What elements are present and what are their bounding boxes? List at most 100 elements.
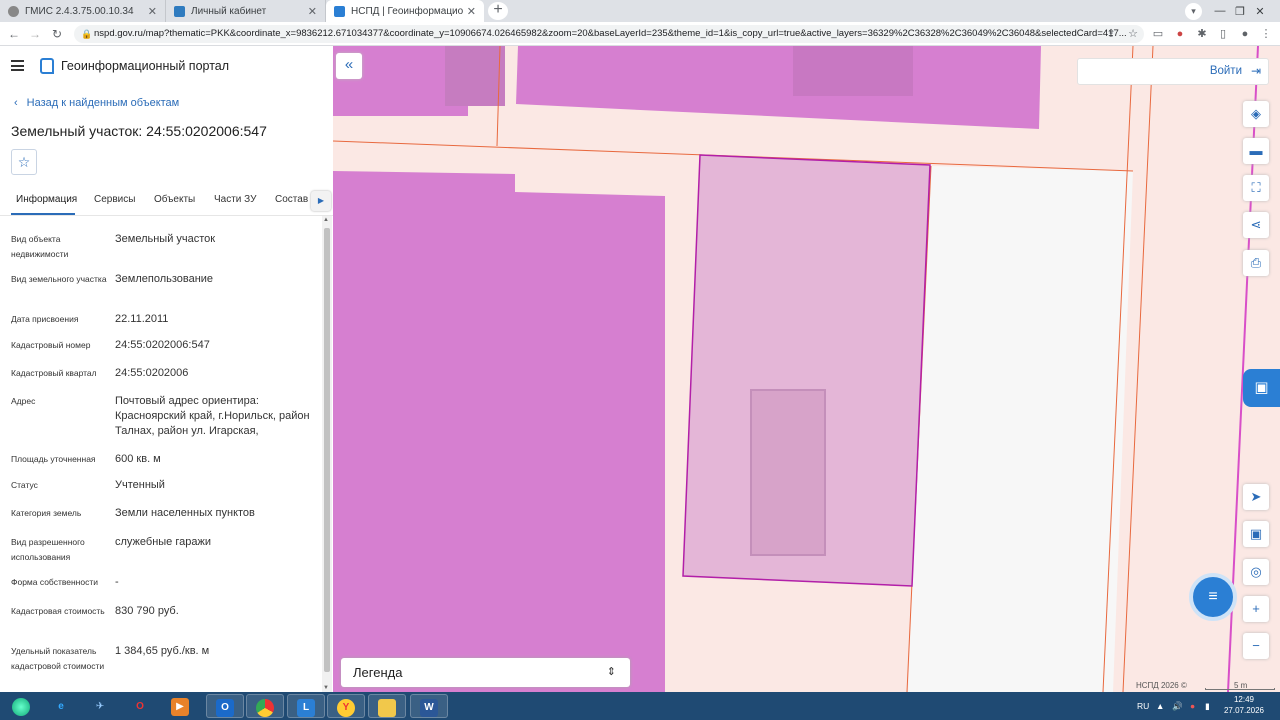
info-value: Земельный участок xyxy=(115,233,216,245)
area-select-icon[interactable]: ⛶ xyxy=(1243,175,1269,201)
share-icon[interactable]: ⇪ xyxy=(1103,26,1119,42)
media-player-icon[interactable]: ▶ xyxy=(161,694,199,718)
tray-arrow-icon[interactable]: ▲ xyxy=(1156,692,1164,720)
back-label: Назад к найденным объектам xyxy=(26,97,180,109)
close-icon[interactable]: ✕ xyxy=(148,5,157,18)
scrollbar-thumb[interactable] xyxy=(324,228,330,672)
boundary-line xyxy=(1122,46,1154,692)
info-value: - xyxy=(115,576,119,588)
locate-icon[interactable]: ◎ xyxy=(1243,559,1269,585)
parcel-polygon[interactable] xyxy=(445,46,505,106)
chat-button[interactable]: ≡ xyxy=(1189,573,1237,621)
close-icon[interactable]: ✕ xyxy=(467,5,476,18)
info-label: Площадь уточненная xyxy=(11,454,96,464)
ruler-icon[interactable]: ▬ xyxy=(1243,138,1269,164)
info-label: Кадастровая стоимость xyxy=(11,606,105,616)
info-value: Почтовый адрес ориентира: Красноярский к… xyxy=(115,395,310,437)
info-label: Удельный показатель кадастровой стоимост… xyxy=(11,646,105,671)
tab-services[interactable]: Сервисы xyxy=(94,194,135,205)
ie-icon[interactable]: e xyxy=(42,694,80,718)
browser-tab-cabinet[interactable]: Личный кабинет ✕ xyxy=(166,0,326,22)
print-icon[interactable]: ⎙ xyxy=(1243,250,1269,276)
forward-arrow-icon[interactable]: → xyxy=(27,26,43,42)
opera-icon[interactable]: O xyxy=(121,694,159,718)
close-icon[interactable]: ✕ xyxy=(308,5,317,18)
tab-parcel-parts[interactable]: Части ЗУ xyxy=(214,194,256,205)
extension-icon[interactable]: ▭ xyxy=(1150,26,1166,42)
info-label: Вид разрешенного использования xyxy=(11,537,85,562)
word-icon[interactable]: W xyxy=(410,694,448,718)
info-value: Учтенный xyxy=(115,479,165,491)
favorite-star-button[interactable]: ☆ xyxy=(11,149,37,175)
browser-tab-bar: ГМИС 2.4.3.75.00.10.34 ✕ Личный кабинет … xyxy=(0,0,1280,22)
extension-red-icon[interactable]: ● xyxy=(1172,26,1188,42)
app-icon[interactable]: ✈ xyxy=(81,694,119,718)
tab-composition[interactable]: Состав xyxy=(275,194,308,205)
clock[interactable]: 12:49 27.07.2026 xyxy=(1218,694,1270,716)
legend-dropdown[interactable]: Легенда ⇕ xyxy=(341,658,630,687)
maximize-icon[interactable]: ❐ xyxy=(1230,5,1250,18)
tab-search-icon[interactable]: ▾ xyxy=(1185,3,1202,20)
layers-icon[interactable]: ◈ xyxy=(1243,101,1269,127)
tab-information[interactable]: Информация xyxy=(16,194,77,205)
language-indicator[interactable]: RU xyxy=(1137,692,1149,720)
tray-app-icon[interactable]: ● xyxy=(1190,692,1195,720)
panel-scrollbar[interactable]: ▲ ▼ xyxy=(322,216,332,692)
scale-bar xyxy=(1205,688,1275,690)
login-label: Войти xyxy=(1209,65,1242,77)
map-canvas[interactable] xyxy=(333,46,1280,692)
login-button[interactable]: Войти ⇥ xyxy=(1077,58,1269,85)
outlook-icon[interactable]: O xyxy=(206,694,244,718)
tab-objects[interactable]: Объекты xyxy=(154,194,195,205)
scroll-up-icon[interactable]: ▲ xyxy=(323,217,329,223)
new-tab-button[interactable]: + xyxy=(488,2,508,20)
parcel-polygon[interactable] xyxy=(793,46,913,96)
profile-icon[interactable]: ● xyxy=(1237,26,1253,42)
volume-icon[interactable]: 🔊 xyxy=(1172,692,1183,720)
close-window-icon[interactable]: ✕ xyxy=(1250,5,1270,18)
tab-title: ГМИС 2.4.3.75.00.10.34 xyxy=(25,5,134,17)
start-button[interactable] xyxy=(2,694,40,718)
sidebar-icon[interactable]: ▯ xyxy=(1215,26,1231,42)
parcel-polygon[interactable] xyxy=(333,171,665,692)
share-map-icon[interactable]: ⋖ xyxy=(1243,212,1269,238)
back-arrow-icon[interactable]: ← xyxy=(6,26,22,42)
globe-icon xyxy=(8,5,19,17)
reload-icon[interactable]: ↻ xyxy=(49,26,65,42)
windows-taskbar: e ✈ O ▶ O L Y W RU ▲ 🔊 ● ▮ 12:49 27.07.2… xyxy=(0,692,1280,720)
browser-tab-nspd[interactable]: НСПД | Геоинформационный п ✕ xyxy=(326,0,484,22)
zoom-in-button[interactable]: + xyxy=(1243,596,1269,622)
back-link[interactable]: ‹ Назад к найденным объектам xyxy=(14,97,179,109)
menu-icon[interactable] xyxy=(11,60,24,71)
legend-label: Легенда xyxy=(353,665,403,680)
info-value: Земли населенных пунктов xyxy=(115,507,255,519)
collapse-panel-button[interactable]: « xyxy=(336,53,362,79)
minimize-icon[interactable]: — xyxy=(1210,5,1230,17)
yandex-browser-icon[interactable]: Y xyxy=(327,694,365,718)
scroll-down-icon[interactable]: ▼ xyxy=(323,685,329,691)
info-value: служебные гаражи xyxy=(115,536,211,548)
map-scale: НСПД 2026 © 5 m xyxy=(1130,680,1280,692)
tab-title: НСПД | Геоинформационный п xyxy=(351,5,463,17)
lync-icon[interactable]: L xyxy=(287,694,325,718)
explorer-icon[interactable] xyxy=(368,694,406,718)
side-panel-tab-icon[interactable]: ▣ xyxy=(1243,369,1280,407)
parcel-polygon[interactable] xyxy=(516,46,1041,129)
network-icon[interactable]: ▮ xyxy=(1205,692,1210,720)
navigate-icon[interactable]: ➤ xyxy=(1243,484,1269,510)
puzzle-icon[interactable]: ✱ xyxy=(1194,26,1210,42)
info-value: 830 790 руб. xyxy=(115,605,179,617)
site-icon xyxy=(174,5,185,17)
building-footprint xyxy=(750,389,826,556)
zoom-out-button[interactable]: − xyxy=(1243,633,1269,659)
chrome-icon[interactable] xyxy=(246,694,284,718)
address-bar[interactable]: 🔒 nspd.gov.ru/map?thematic=PKK&coordinat… xyxy=(74,25,1144,43)
minimap-icon[interactable]: ▣ xyxy=(1243,521,1269,547)
tabs-scroll-right-icon[interactable]: ▶ xyxy=(311,191,331,211)
menu-dots-icon[interactable]: ⋮ xyxy=(1258,26,1274,42)
browser-tab-gmis[interactable]: ГМИС 2.4.3.75.00.10.34 ✕ xyxy=(0,0,166,22)
chevron-left-icon: ‹ xyxy=(14,97,18,109)
bookmark-star-icon[interactable]: ☆ xyxy=(1125,26,1141,42)
info-value: 24:55:0202006:547 xyxy=(115,339,210,351)
info-label: Форма собственности xyxy=(11,577,98,587)
